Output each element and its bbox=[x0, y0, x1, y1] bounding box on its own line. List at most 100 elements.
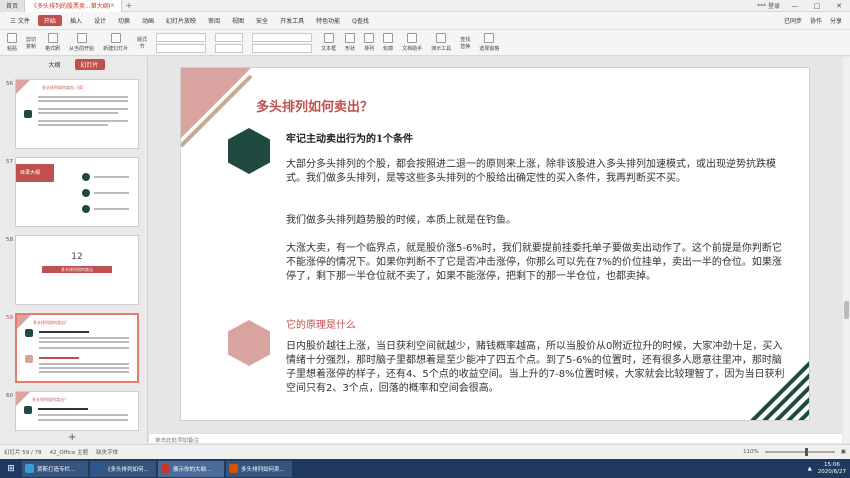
menu-features[interactable]: 特色功能 bbox=[310, 12, 346, 30]
new-slide-button[interactable]: 新建幻灯片 bbox=[100, 31, 131, 55]
network-icon[interactable]: ▲ bbox=[808, 466, 812, 472]
doc-helper-icon bbox=[407, 33, 418, 43]
menu-transition[interactable]: 切换 bbox=[112, 12, 136, 30]
font-style-field[interactable] bbox=[156, 43, 207, 53]
tab-document[interactable]: 《多头排列的股票卖...第大纲(2)(1) × bbox=[24, 0, 123, 12]
replace-label[interactable]: 替换 bbox=[460, 43, 470, 50]
font-controls bbox=[153, 31, 209, 55]
outline-button[interactable]: 轮廓 bbox=[380, 31, 396, 55]
select-pane-icon bbox=[484, 33, 495, 43]
slide-thumbnail-56[interactable]: 56 多头排列如何卖出（续） bbox=[0, 79, 148, 154]
slide-number: 60 bbox=[6, 393, 13, 399]
shape-button[interactable]: 形状 bbox=[342, 31, 358, 55]
arrange-icon bbox=[364, 33, 375, 43]
zoom-slider[interactable] bbox=[764, 448, 835, 456]
presenter-label: 演示工具 bbox=[431, 46, 452, 52]
text-line bbox=[94, 192, 129, 194]
vertical-scrollbar[interactable] bbox=[843, 57, 850, 443]
menu-slideshow[interactable]: 幻灯片放映 bbox=[160, 12, 202, 30]
menu-review[interactable]: 审阅 bbox=[202, 12, 226, 30]
scrollbar-thumb[interactable] bbox=[844, 301, 849, 319]
slide-thumbnail-59[interactable]: 59 多头排列如何卖出？ bbox=[0, 313, 148, 388]
menu-file[interactable]: 三 文件 bbox=[4, 12, 36, 30]
hexagon-icon bbox=[24, 110, 32, 118]
paste-icon bbox=[7, 33, 17, 43]
menu-animation[interactable]: 动画 bbox=[136, 12, 160, 30]
tab-home[interactable]: 首页 bbox=[0, 0, 25, 12]
section-label[interactable]: 节 bbox=[140, 43, 145, 50]
arrange-button[interactable]: 排列 bbox=[361, 31, 377, 55]
tab-slides[interactable]: 幻灯片 bbox=[74, 58, 105, 70]
zoom-level[interactable]: 110% bbox=[743, 449, 759, 455]
app-icon bbox=[93, 464, 102, 473]
taskbar-item-4[interactable]: 多头排列如何卖... bbox=[226, 460, 292, 477]
menu-home[interactable]: 开始 bbox=[37, 15, 62, 26]
fit-icon[interactable]: ▣ bbox=[841, 449, 846, 455]
slide-number: 58 bbox=[6, 237, 13, 243]
notes-pane[interactable]: 单击此处添加备注 bbox=[149, 433, 842, 444]
share-button[interactable]: 分享 bbox=[830, 16, 842, 25]
select-pane-button[interactable]: 选择窗格 bbox=[476, 31, 502, 55]
add-slide-button[interactable]: + bbox=[68, 432, 76, 443]
close-window-icon[interactable]: ✕ bbox=[832, 2, 846, 10]
slide-number: 56 bbox=[6, 81, 13, 87]
text-box-icon bbox=[323, 33, 334, 43]
text-box-button[interactable]: 文本框 bbox=[318, 31, 339, 55]
menu-design[interactable]: 设计 bbox=[88, 12, 112, 30]
minimize-icon[interactable]: — bbox=[788, 2, 802, 10]
taskbar-item-3[interactable]: 展示你的大纲... bbox=[158, 460, 224, 477]
paste-button[interactable]: 粘贴 bbox=[4, 31, 20, 55]
close-icon[interactable]: × bbox=[110, 2, 115, 9]
text-line bbox=[38, 408, 88, 410]
current-slide[interactable]: 多头排列如何卖出？ 牢记主动卖出行为的1个条件 大部分多头排列的个股，都会按照进… bbox=[180, 67, 810, 421]
cut-button[interactable]: 剪切 复制 bbox=[23, 31, 39, 55]
user-login[interactable]: *** 登录 bbox=[757, 1, 780, 10]
find-button[interactable]: 查找 替换 bbox=[457, 31, 473, 55]
menu-security[interactable]: 安全 bbox=[250, 12, 274, 30]
text-line bbox=[38, 100, 128, 102]
spacing-group[interactable] bbox=[252, 43, 313, 53]
from-current-label: 从当前开始 bbox=[69, 46, 95, 52]
taskbar-item-1[interactable]: 贾斯打造专栏... bbox=[22, 460, 88, 477]
slide-thumbnail-58[interactable]: 58 12 多头排列如何卖出 bbox=[0, 235, 148, 310]
layout-button[interactable]: 版式节 bbox=[134, 31, 150, 55]
doc-helper-button[interactable]: 文档助手 bbox=[399, 31, 425, 55]
thumbnail: 12 多头排列如何卖出 bbox=[15, 235, 139, 305]
taskbar-item-2[interactable]: 《多头排列如何... bbox=[90, 460, 156, 477]
align-group[interactable] bbox=[252, 32, 313, 42]
presenter-button[interactable]: 演示工具 bbox=[428, 31, 454, 55]
new-tab-button[interactable]: + bbox=[122, 1, 136, 10]
format-painter-button[interactable]: 格式刷 bbox=[42, 31, 63, 55]
text-line bbox=[94, 176, 129, 178]
slide-thumbnail-57[interactable]: 57 目录大纲 bbox=[0, 157, 148, 232]
text-line bbox=[39, 363, 129, 365]
text-line bbox=[38, 112, 118, 114]
find-label: 查找 bbox=[460, 36, 471, 43]
section-heading-principle: 它的原理是什么 bbox=[286, 320, 356, 331]
clock[interactable]: 15:06 2020/6/27 bbox=[818, 462, 846, 475]
missing-font[interactable]: 缺失字体 bbox=[96, 448, 118, 456]
windows-start-icon[interactable]: ⊞ bbox=[2, 461, 20, 477]
text-line bbox=[39, 357, 79, 359]
clock-date: 2020/6/27 bbox=[817, 468, 846, 475]
corner-decoration bbox=[16, 80, 30, 94]
collaborate-button[interactable]: 协作 bbox=[810, 16, 822, 25]
maximize-icon[interactable]: □ bbox=[810, 2, 824, 10]
menu-developer[interactable]: 开发工具 bbox=[274, 12, 310, 30]
font-size-field[interactable] bbox=[215, 32, 244, 42]
hexagon-icon bbox=[228, 320, 270, 366]
menu-insert[interactable]: 插入 bbox=[64, 12, 88, 30]
section-heading-conditions: 牢记主动卖出行为的1个条件 bbox=[286, 134, 413, 145]
tab-outline[interactable]: 大纲 bbox=[42, 59, 66, 70]
app-icon bbox=[25, 464, 34, 473]
from-current-button[interactable]: 从当前开始 bbox=[66, 31, 97, 55]
sync-status[interactable]: 已同步 bbox=[784, 16, 802, 25]
thumb-title: 多头排列如何卖出？ bbox=[33, 320, 69, 325]
menu-view[interactable]: 视图 bbox=[226, 12, 250, 30]
zoom-slider-knob[interactable] bbox=[804, 448, 808, 456]
color-field[interactable] bbox=[215, 43, 244, 53]
menu-search[interactable]: Q查找 bbox=[346, 12, 375, 30]
font-name-field[interactable] bbox=[156, 32, 207, 42]
copy-label[interactable]: 复制 bbox=[26, 43, 36, 50]
text-line bbox=[39, 367, 129, 369]
